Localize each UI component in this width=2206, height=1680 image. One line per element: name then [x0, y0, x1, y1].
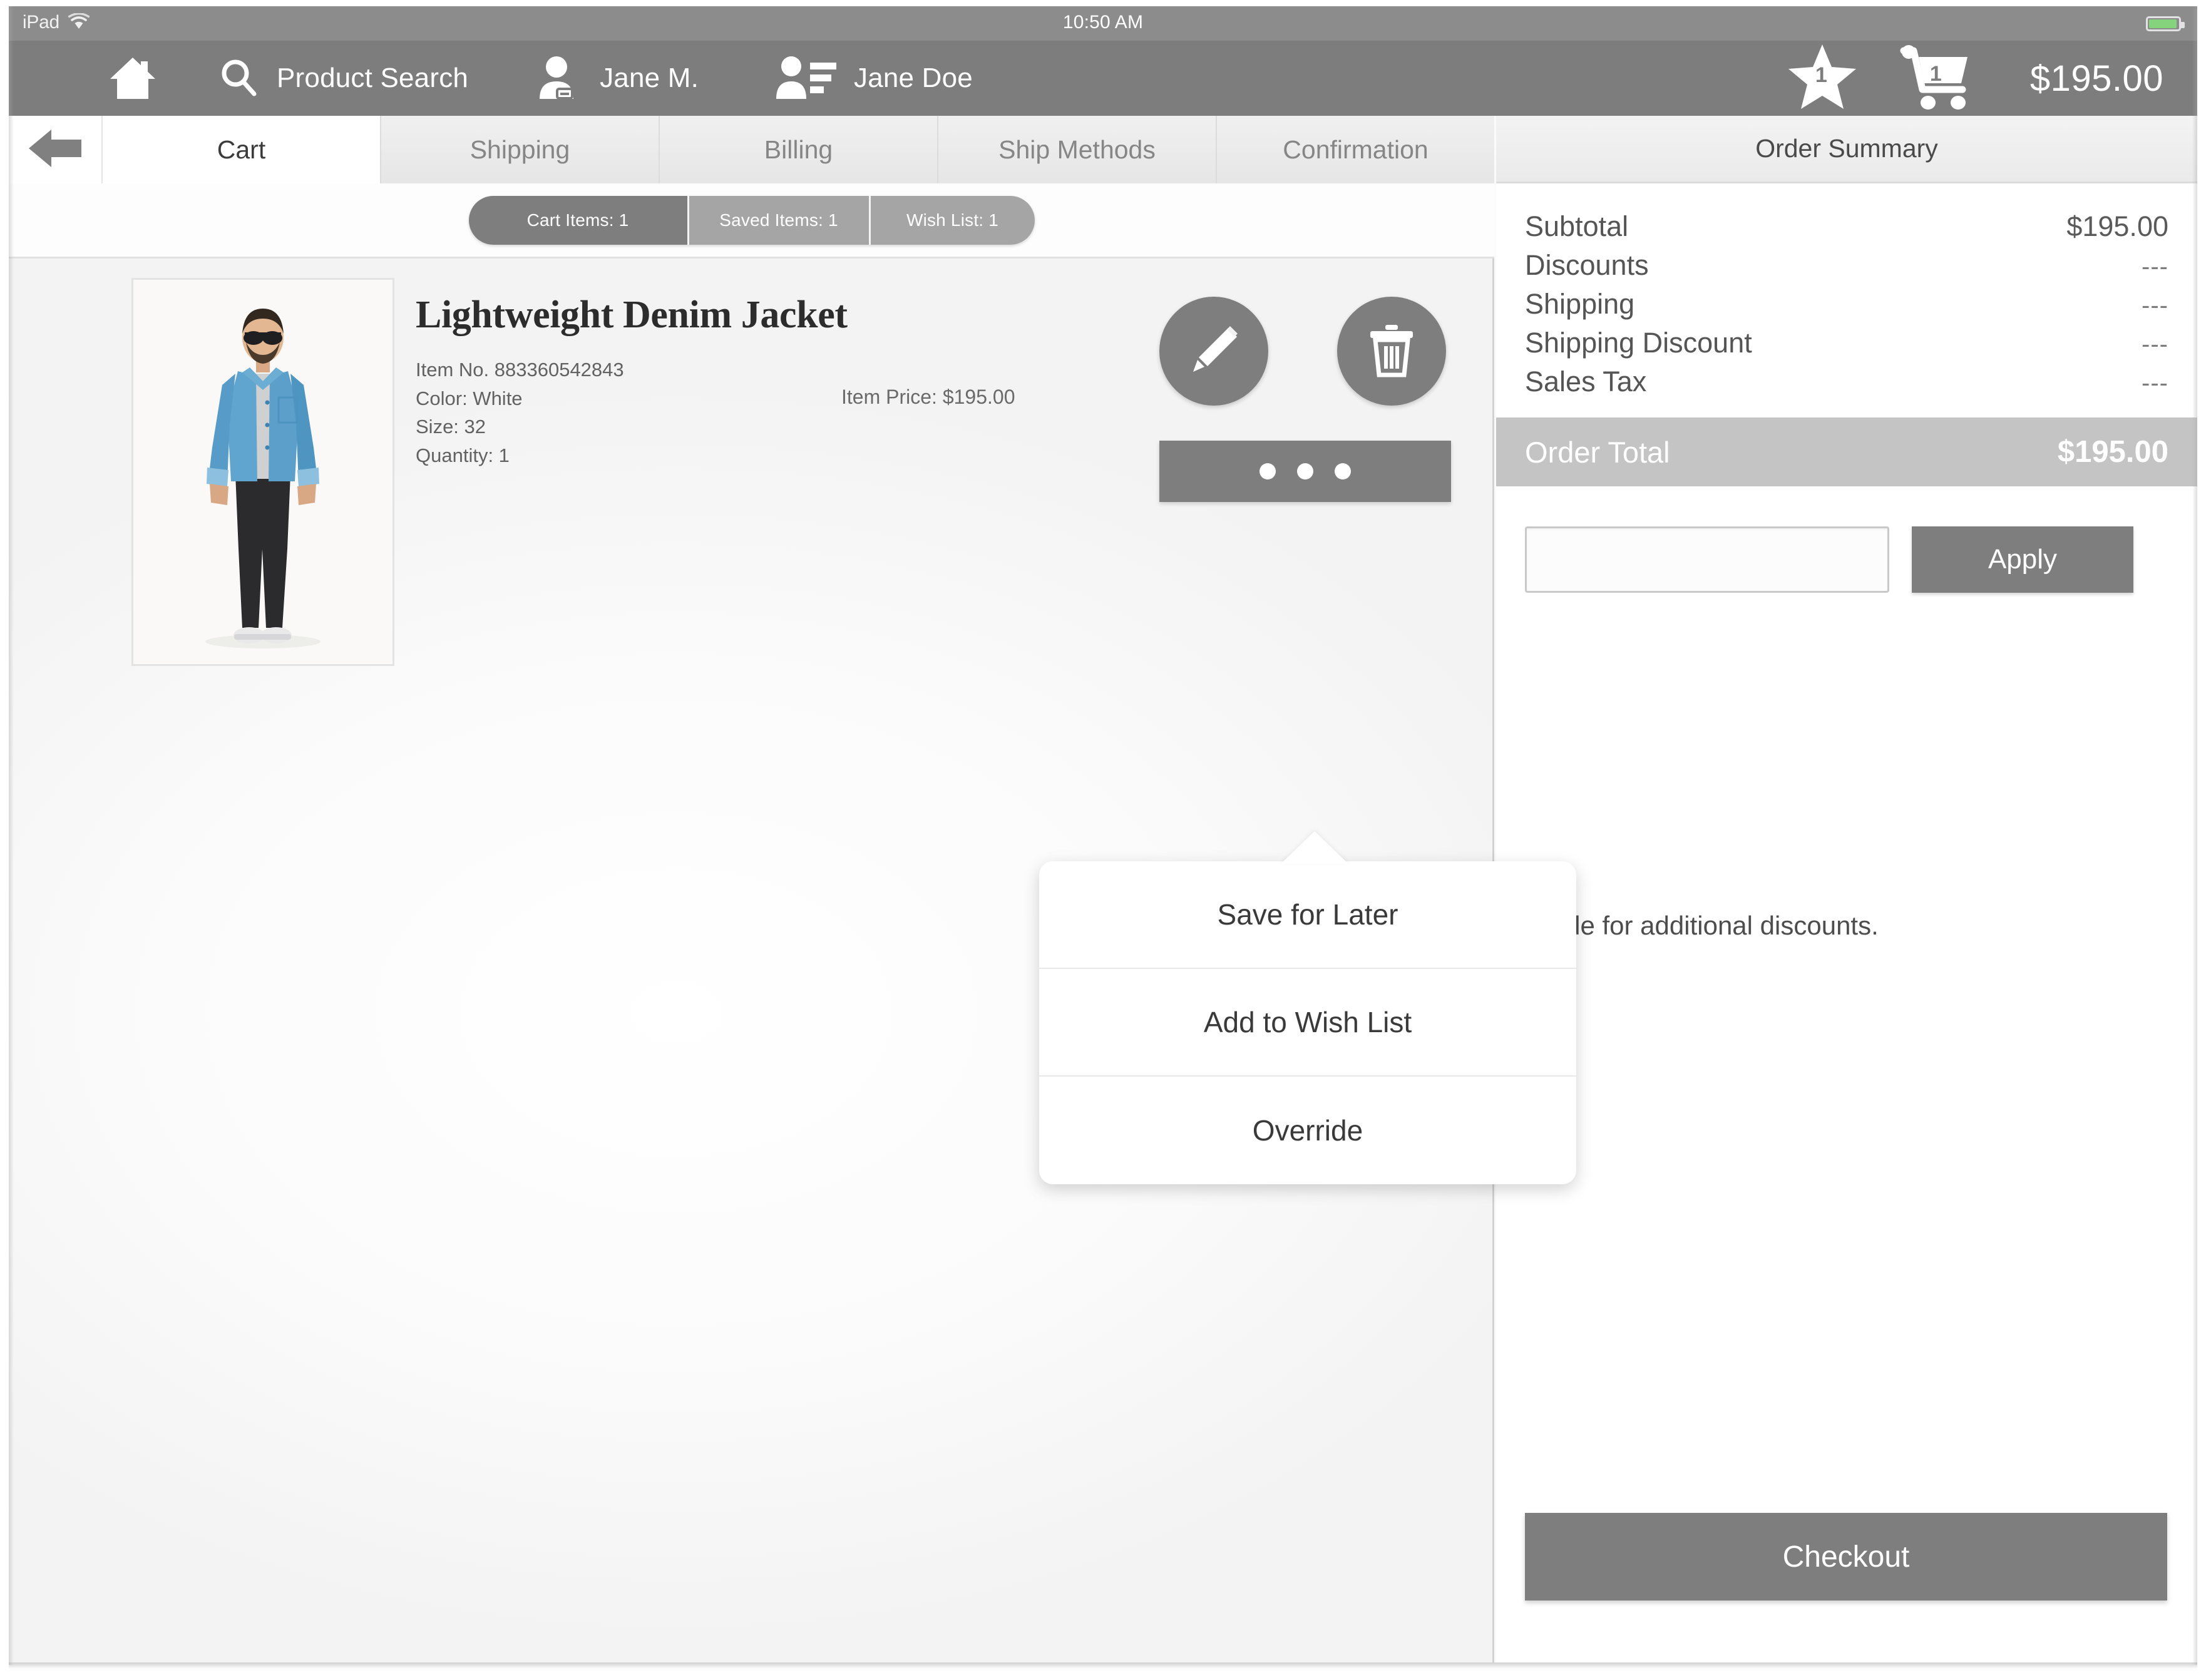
cart-list-filter-row: Cart Items: 1 Saved Items: 1 Wish List: … — [9, 183, 1494, 259]
summary-label: Discounts — [1525, 249, 1649, 282]
product-item-number: Item No. 883360542843 — [416, 359, 624, 381]
tab-label: Cart — [217, 135, 266, 164]
menu-item-override[interactable]: Override — [1039, 1077, 1576, 1184]
home-icon[interactable] — [106, 41, 159, 116]
order-total-bar: Order Total $195.00 — [1496, 417, 2197, 487]
segment-wish-list[interactable]: Wish List: 1 — [870, 195, 1035, 245]
cart-button[interactable]: 1 — [1900, 41, 1974, 116]
product-color: Color: White — [416, 387, 523, 409]
pencil-icon — [1184, 320, 1244, 383]
associate-name[interactable]: Jane M. — [600, 63, 699, 94]
order-summary-title: Order Summary — [1496, 116, 2197, 183]
status-bar-clock: 10:50 AM — [1062, 12, 1144, 33]
search-icon[interactable] — [219, 41, 258, 116]
tab-shipping[interactable]: Shipping — [381, 116, 660, 183]
delete-item-button[interactable] — [1337, 297, 1446, 406]
summary-row-sales-tax: Sales Tax --- — [1525, 362, 2168, 401]
menu-item-add-to-wish-list[interactable]: Add to Wish List — [1039, 969, 1576, 1077]
checkout-step-tabs: Cart Shipping Billing Ship Methods Confi… — [9, 116, 1494, 183]
summary-value: --- — [2142, 292, 2168, 320]
battery-icon — [2146, 16, 2185, 31]
promo-code-row: Apply — [1525, 526, 2168, 593]
tab-label: Billing — [764, 135, 833, 164]
order-summary-pane: Order Summary Subtotal $195.00 Discounts… — [1496, 116, 2197, 1662]
summary-label: Subtotal — [1525, 210, 1629, 242]
app-header-bar: Product Search Jane M. Jane Doe 1 1 $195… — [9, 41, 2197, 116]
summary-value: --- — [2142, 369, 2168, 397]
tab-confirmation[interactable]: Confirmation — [1217, 116, 1494, 183]
shopping-cart-icon — [1900, 43, 1974, 114]
promo-code-input[interactable] — [1525, 526, 1889, 593]
product-title[interactable]: Lightweight Denim Jacket — [416, 293, 848, 337]
summary-value: --- — [2142, 330, 2168, 359]
summary-row-discounts: Discounts --- — [1525, 246, 2168, 285]
tab-billing[interactable]: Billing — [660, 116, 938, 183]
denim-jacket-model-photo — [133, 280, 392, 664]
order-total-label: Order Total — [1525, 435, 1670, 469]
summary-row-subtotal: Subtotal $195.00 — [1525, 207, 2168, 246]
menu-item-save-for-later[interactable]: Save for Later — [1039, 861, 1576, 969]
employee-badge-icon[interactable] — [536, 41, 583, 116]
tab-label: Ship Methods — [998, 135, 1156, 164]
summary-label: Sales Tax — [1525, 366, 1647, 398]
tab-label: Shipping — [469, 135, 570, 164]
more-actions-button[interactable] — [1159, 441, 1451, 502]
hamburger-menu-icon[interactable] — [26, 41, 95, 116]
ipad-cart-screen: iPad 10:50 AM Product Search Jane M. Jan… — [0, 0, 2206, 1680]
wishlist-star-button[interactable]: 1 — [1786, 41, 1859, 116]
tab-cart[interactable]: Cart — [103, 116, 381, 183]
segment-cart-items[interactable]: Cart Items: 1 — [468, 195, 689, 245]
edit-item-button[interactable] — [1159, 297, 1268, 406]
segment-label: Cart Items: 1 — [526, 210, 629, 230]
product-thumbnail[interactable] — [131, 278, 394, 666]
product-item-price: Item Price: $195.00 — [841, 386, 1015, 408]
back-arrow-icon — [26, 126, 84, 174]
tab-label: Confirmation — [1283, 135, 1429, 164]
order-total-value: $195.00 — [2057, 435, 2168, 469]
summary-label: Shipping — [1525, 288, 1635, 320]
customer-contact-icon[interactable] — [775, 41, 838, 116]
segment-saved-items[interactable]: Saved Items: 1 — [689, 195, 871, 245]
segment-label: Wish List: 1 — [906, 210, 999, 230]
item-actions-popup-menu: Save for Later Add to Wish List Override — [1039, 861, 1576, 1184]
summary-row-shipping: Shipping --- — [1525, 285, 2168, 324]
star-icon — [1786, 42, 1859, 115]
apply-promo-button[interactable]: Apply — [1912, 526, 2133, 593]
customer-name[interactable]: Jane Doe — [854, 63, 973, 94]
cart-list-segmented-control: Cart Items: 1 Saved Items: 1 Wish List: … — [468, 195, 1035, 245]
summary-value: --- — [2142, 253, 2168, 281]
tab-ship-methods[interactable]: Ship Methods — [938, 116, 1217, 183]
ios-status-bar: iPad 10:50 AM — [9, 6, 2197, 41]
product-attributes: Item No. 883360542843 Color: White Size:… — [416, 356, 624, 469]
main-body: Cart Shipping Billing Ship Methods Confi… — [9, 116, 2197, 1662]
promo-code-hint: Enter Promo Code for additional discount… — [1496, 911, 1879, 940]
ellipsis-icon — [1259, 463, 1276, 479]
cart-line-item: Lightweight Denim Jacket Item No. 883360… — [9, 260, 1494, 666]
order-summary-rows: Subtotal $195.00 Discounts --- Shipping … — [1496, 183, 2197, 401]
cart-total-amount: $195.00 — [2029, 58, 2163, 99]
popup-pointer-arrow — [1281, 831, 1348, 864]
search-input[interactable]: Product Search — [277, 63, 468, 94]
product-quantity: Quantity: 1 — [416, 444, 510, 466]
product-size: Size: 32 — [416, 416, 486, 438]
ellipsis-icon — [1335, 463, 1351, 479]
segment-label: Saved Items: 1 — [719, 210, 838, 230]
summary-row-shipping-discount: Shipping Discount --- — [1525, 324, 2168, 362]
ellipsis-icon — [1297, 463, 1313, 479]
trash-icon — [1364, 321, 1419, 382]
checkout-button[interactable]: Checkout — [1525, 1513, 2167, 1601]
back-button[interactable] — [9, 116, 103, 183]
summary-label: Shipping Discount — [1525, 327, 1752, 359]
summary-value: $195.00 — [2066, 210, 2168, 242]
